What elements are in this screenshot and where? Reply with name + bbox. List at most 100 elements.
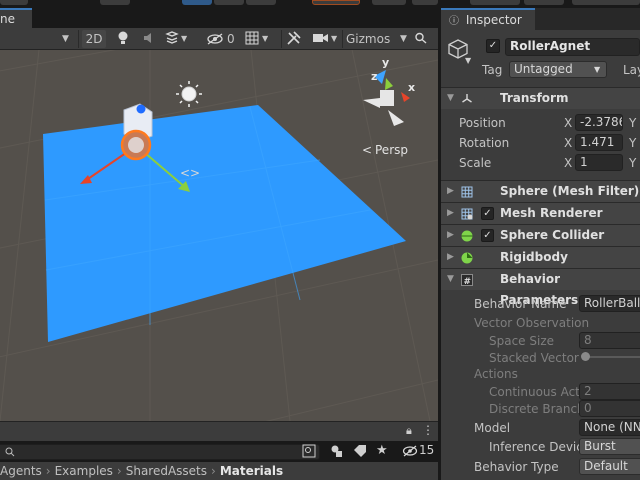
audio-toggle-icon[interactable]	[140, 30, 158, 48]
toolbar-button[interactable]	[372, 0, 406, 5]
draw-mode-dropdown[interactable]: ▼	[0, 30, 76, 48]
mesh-renderer-enabled-checkbox[interactable]: ✓	[481, 207, 494, 220]
axis-z-label: z	[371, 70, 377, 83]
scene-toolbar: ▼ 2D ▼ 0 ▼ ▼ Gizmos ▼	[0, 28, 438, 50]
projection-toggle[interactable]: < Persp	[362, 143, 408, 157]
behavior-parameters-component-header[interactable]: ▼ # Behavior Parameters	[441, 268, 640, 307]
project-search-input[interactable]	[0, 444, 320, 460]
camera-icon	[313, 34, 328, 42]
stacked-vectors-label: Stacked Vector	[489, 351, 579, 365]
behavior-name-label: Behavior Name	[474, 297, 567, 311]
breadcrumb-item[interactable]: SharedAssets	[126, 464, 207, 478]
main-toolbar-strip	[0, 0, 640, 8]
scene-viewport[interactable]: <> y z x < Persp	[0, 50, 438, 421]
transform-component-header[interactable]: ▼ Transform	[441, 87, 640, 109]
stacked-vectors-slider-thumb	[581, 352, 590, 361]
info-icon: ⓘ	[449, 16, 459, 27]
filter-by-type-icon[interactable]	[330, 444, 344, 458]
behavior-type-label: Behavior Type	[474, 460, 559, 474]
position-y-axis: Y	[629, 116, 637, 130]
sphere-collider-title: Sphere Collider	[500, 228, 605, 242]
search-icon	[415, 32, 427, 44]
breadcrumb-separator: ›	[211, 464, 216, 478]
space-size-label: Space Size	[489, 334, 555, 348]
project-toolbar: 🔒︎ ⋮	[0, 421, 438, 441]
grid-dropdown[interactable]: ▼	[244, 30, 272, 48]
svg-text:#: #	[464, 277, 472, 286]
rigidbody-title: Rigidbody	[500, 250, 568, 264]
rigidbody-component-header[interactable]: ▶ Rigidbody	[441, 246, 640, 268]
breadcrumb: Agents › Examples › SharedAssets › Materials	[0, 462, 438, 480]
chevron-down-icon: ▼	[262, 34, 269, 43]
breadcrumb-item-current[interactable]: Materials	[220, 464, 283, 478]
lock-icon[interactable]: 🔒︎	[406, 424, 412, 438]
toolbar-button[interactable]	[312, 0, 360, 5]
scale-x-field[interactable]: 1	[575, 154, 623, 171]
hidden-packages-toggle[interactable]: 15	[402, 443, 438, 458]
step-button[interactable]	[246, 0, 276, 5]
mesh-grid-icon	[461, 186, 473, 198]
tab-inspector[interactable]: ⓘ Inspector	[441, 8, 535, 30]
inspector-panel: ⓘ Inspector ▼ ✓ RollerAgnet Tag Untagged…	[441, 8, 640, 480]
search-by-type-icon[interactable]	[302, 444, 316, 458]
tab-scene-label: ne	[0, 12, 15, 26]
toggle-2d-button[interactable]: 2D	[82, 30, 106, 48]
position-label: Position	[459, 116, 506, 130]
filter-by-label-icon[interactable]	[353, 444, 367, 458]
rotation-x-axis: X	[564, 136, 573, 150]
mesh-filter-component-header[interactable]: ▶ Sphere (Mesh Filter)	[441, 180, 640, 202]
fold-arrow-icon: ▶	[447, 208, 454, 218]
tools-icon[interactable]	[286, 30, 304, 48]
behavior-name-input[interactable]: RollerBall	[579, 295, 640, 312]
pause-button[interactable]	[214, 0, 244, 5]
directional-light-icon[interactable]	[176, 81, 202, 107]
behavior-type-dropdown[interactable]: Default	[579, 458, 640, 475]
script-gizmo-icon: <>	[180, 166, 200, 180]
grid-icon	[245, 31, 259, 45]
axis-y-label: y	[382, 56, 389, 69]
position-x-field[interactable]: -2.3786	[575, 114, 623, 131]
breadcrumb-item[interactable]: Agents	[0, 464, 42, 478]
chevron-down-icon[interactable]: ▼	[465, 56, 471, 65]
eye-slash-icon	[402, 445, 418, 457]
eye-slash-icon	[207, 33, 223, 45]
rotation-x-field[interactable]: 1.471	[575, 134, 623, 151]
object-name-input[interactable]: RollerAgnet	[505, 38, 640, 56]
gizmos-dropdown[interactable]: Gizmos ▼	[346, 30, 410, 48]
mesh-renderer-component-header[interactable]: ▶ ✓ Mesh Renderer	[441, 202, 640, 224]
toolbar-button[interactable]	[412, 0, 438, 5]
effects-dropdown[interactable]: ▼	[164, 30, 190, 48]
sphere-collider-enabled-checkbox[interactable]: ✓	[481, 229, 494, 242]
breadcrumb-separator: ›	[116, 464, 122, 478]
toolbar-button[interactable]	[524, 0, 564, 5]
chevron-down-icon: ▼	[181, 34, 188, 43]
lighting-toggle-icon[interactable]	[114, 30, 132, 48]
breadcrumb-item[interactable]: Examples	[55, 464, 113, 478]
discrete-branches-label: Discrete Branch	[489, 402, 580, 416]
sphere-collider-component-header[interactable]: ▶ ✓ Sphere Collider	[441, 224, 640, 246]
position-x-axis: X	[564, 116, 573, 130]
hidden-objects-toggle[interactable]: 0	[206, 30, 240, 48]
chevron-down-icon: ▼	[331, 34, 338, 43]
toolbar-button[interactable]	[0, 0, 28, 5]
toolbar-button[interactable]	[572, 0, 640, 5]
rotation-label: Rotation	[459, 136, 510, 150]
actions-label: Actions	[474, 367, 518, 381]
tab-scene[interactable]: ne	[0, 8, 32, 28]
active-checkbox[interactable]: ✓	[486, 39, 500, 53]
toolbar-button[interactable]	[100, 0, 130, 5]
menu-icon[interactable]: ⋮	[422, 423, 434, 437]
toolbar-button[interactable]	[470, 0, 520, 5]
camera-dropdown[interactable]: ▼	[312, 30, 340, 48]
play-button[interactable]	[182, 0, 212, 5]
gizmos-label: Gizmos	[346, 32, 391, 46]
model-field[interactable]: None (NN	[579, 419, 640, 436]
inference-device-dropdown[interactable]: Burst	[579, 438, 640, 455]
scene-canvas[interactable]: <> y z x < Persp	[0, 50, 438, 421]
divider	[281, 30, 282, 48]
favorites-star-icon[interactable]: ★	[376, 443, 390, 458]
tag-dropdown[interactable]: Untagged ▼	[509, 61, 607, 78]
tag-value: Untagged	[514, 62, 573, 76]
scene-search-field[interactable]	[414, 30, 436, 48]
ground-plane[interactable]	[43, 105, 406, 342]
